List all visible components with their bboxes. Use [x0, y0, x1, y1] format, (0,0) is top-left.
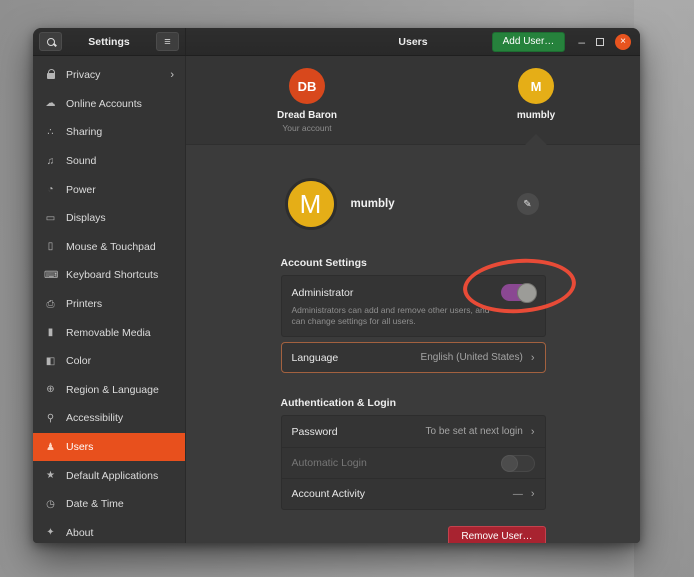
sidebar-item-power[interactable]: ◔ Power: [33, 175, 185, 204]
administrator-description: Administrators can add and remove other …: [292, 305, 497, 327]
chevron-right-icon: ›: [170, 69, 174, 81]
chevron-right-icon: ›: [531, 426, 535, 438]
sidebar-item-mouse-touchpad[interactable]: ▯ Mouse & Touchpad: [33, 233, 185, 262]
selected-user-caret: [525, 134, 547, 145]
share-icon: ∴: [44, 127, 57, 138]
page-title: Users: [398, 36, 427, 48]
sidebar-item-color[interactable]: ◧ Color: [33, 347, 185, 376]
maximize-button[interactable]: [596, 38, 604, 46]
menu-button[interactable]: ≡: [156, 32, 179, 51]
sidebar-item-displays[interactable]: ▭ Displays: [33, 204, 185, 233]
keyboard-icon: ⌨: [44, 270, 57, 281]
automatic-login-row: Automatic Login: [282, 447, 545, 478]
avatar: M: [518, 68, 554, 104]
sidebar-item-sound[interactable]: ♫ Sound: [33, 147, 185, 176]
about-emblem-icon: ✦: [44, 527, 57, 538]
avatar: DB: [289, 68, 325, 104]
account-activity-row[interactable]: Account Activity — ›: [282, 478, 545, 509]
printer-icon: ⎙: [44, 299, 57, 310]
account-activity-value: —: [513, 489, 523, 500]
sidebar-item-keyboard-shortcuts[interactable]: ⌨ Keyboard Shortcuts: [33, 261, 185, 290]
password-row[interactable]: Password To be set at next login ›: [282, 416, 545, 447]
administrator-toggle[interactable]: [501, 284, 535, 301]
sidebar-item-sharing[interactable]: ∴ Sharing: [33, 118, 185, 147]
globe-icon: ⊕: [44, 384, 57, 395]
user-carousel: DB Dread Baron Your account M mumbly: [186, 56, 640, 145]
titlebar: Settings ≡ Users Add User… – ×: [33, 28, 640, 56]
search-button[interactable]: [39, 32, 62, 51]
speaker-icon: ♫: [44, 156, 57, 167]
administrator-label: Administrator: [292, 287, 354, 299]
minimize-button[interactable]: –: [578, 37, 585, 47]
sidebar-item-about[interactable]: ✦ About: [33, 519, 185, 544]
users-panel: DB Dread Baron Your account M mumbly M m…: [186, 56, 640, 543]
automatic-login-toggle[interactable]: [501, 455, 535, 472]
settings-window: Settings ≡ Users Add User… – ×: [33, 28, 640, 543]
sidebar-item-default-applications[interactable]: ★ Default Applications: [33, 461, 185, 490]
auth-login-heading: Authentication & Login: [281, 397, 546, 409]
desktop-background: Settings ≡ Users Add User… – ×: [0, 0, 694, 577]
profile-header: M mumbly ✎: [281, 175, 546, 233]
pencil-icon: ✎: [523, 199, 531, 210]
monitor-icon: ▭: [44, 213, 57, 224]
add-user-button[interactable]: Add User…: [492, 32, 566, 52]
mouse-icon: ▯: [44, 241, 57, 252]
hamburger-icon: ≡: [164, 36, 170, 48]
sidebar-item-region-language[interactable]: ⊕ Region & Language: [33, 376, 185, 405]
toggle-knob: [517, 283, 537, 303]
toggle-knob: [501, 455, 518, 472]
sidebar-item-printers[interactable]: ⎙ Printers: [33, 290, 185, 319]
titlebar-main: Users Add User… – ×: [186, 28, 640, 55]
app-title: Settings: [88, 36, 129, 48]
search-icon: [47, 38, 55, 46]
user-chip-dread-baron[interactable]: DB Dread Baron Your account: [247, 68, 367, 133]
sidebar-item-privacy[interactable]: Privacy ›: [33, 61, 185, 90]
usb-drive-icon: ▮: [44, 327, 57, 338]
profile-name: mumbly: [351, 198, 395, 210]
user-chip-mumbly[interactable]: M mumbly: [476, 68, 596, 121]
chevron-right-icon: ›: [531, 352, 535, 364]
remove-user-button[interactable]: Remove User…: [448, 526, 545, 543]
sidebar-item-accessibility[interactable]: ⚲ Accessibility: [33, 404, 185, 433]
sidebar-header: Settings ≡: [33, 28, 186, 55]
sidebar-item-removable-media[interactable]: ▮ Removable Media: [33, 318, 185, 347]
user-icon: ♟: [44, 442, 57, 453]
accessibility-person-icon: ⚲: [44, 413, 57, 424]
administrator-card: Administrator Administrators can add and…: [281, 275, 546, 337]
language-row[interactable]: Language English (United States) ›: [281, 342, 546, 373]
clock-icon: ◷: [44, 499, 57, 510]
chevron-right-icon: ›: [531, 488, 535, 500]
sidebar-item-online-accounts[interactable]: ☁ Online Accounts: [33, 90, 185, 119]
close-button[interactable]: ×: [615, 34, 631, 50]
window-controls: – ×: [565, 34, 640, 50]
account-settings-heading: Account Settings: [281, 257, 546, 269]
password-value: To be set at next login: [426, 426, 523, 437]
sidebar-item-date-time[interactable]: ◷ Date & Time: [33, 490, 185, 519]
cloud-icon: ☁: [44, 98, 57, 109]
color-profile-icon: ◧: [44, 356, 57, 367]
lock-icon: [44, 69, 57, 82]
sidebar: Privacy › ☁ Online Accounts ∴ Sharing ♫ …: [33, 56, 186, 543]
auth-card: Password To be set at next login › Autom…: [281, 415, 546, 510]
power-gauge-icon: ◔: [44, 184, 57, 195]
star-icon: ★: [44, 470, 57, 481]
profile-avatar[interactable]: M: [285, 178, 337, 230]
edit-name-button[interactable]: ✎: [517, 193, 539, 215]
language-value: English (United States): [421, 352, 523, 363]
sidebar-item-users[interactable]: ♟ Users: [33, 433, 185, 462]
